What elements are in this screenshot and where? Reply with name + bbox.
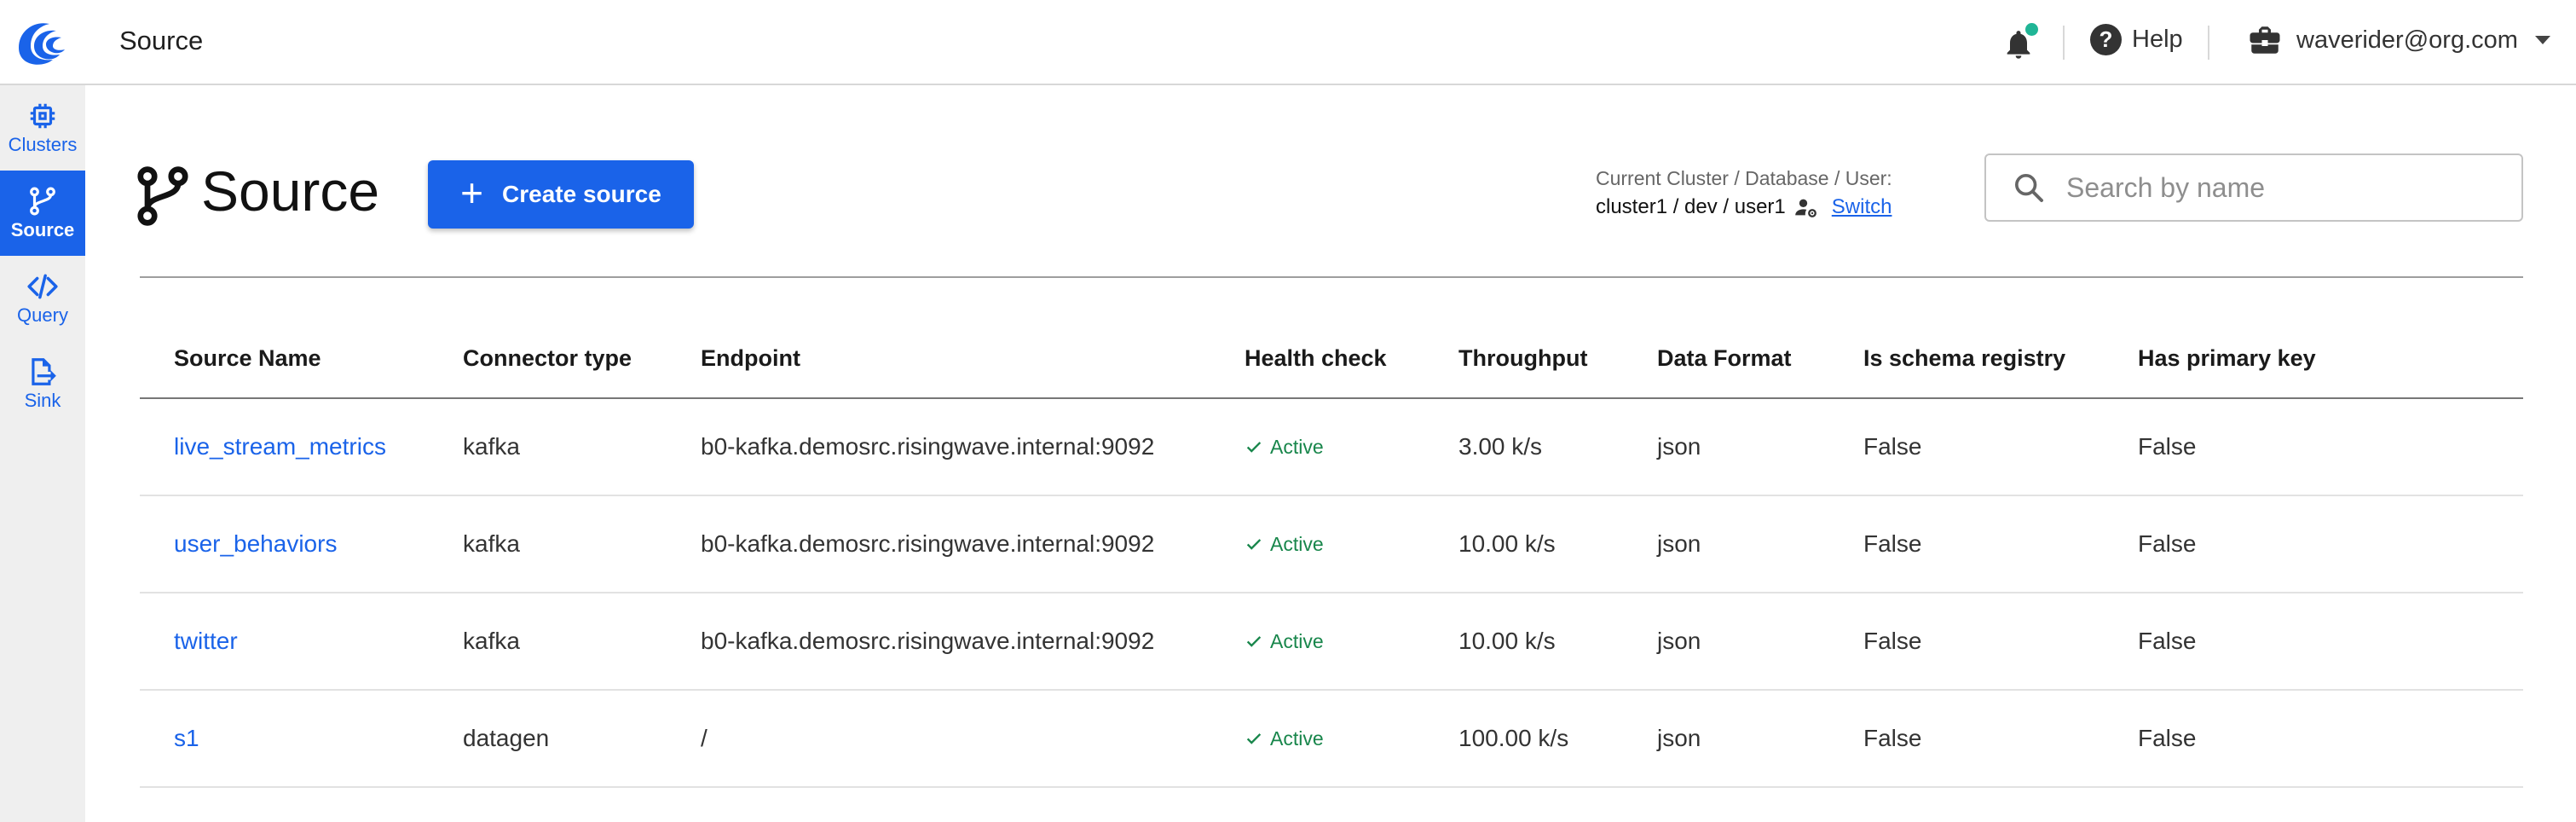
health-status: Active (1245, 496, 1324, 592)
sidebar-item-query[interactable]: Query (0, 256, 85, 341)
search-box[interactable] (1984, 153, 2523, 222)
schema-registry: False (1863, 530, 1922, 557)
branch-icon (137, 166, 188, 226)
sidebar-item-label: Source (10, 219, 75, 240)
data-format: json (1657, 628, 1701, 654)
column-header[interactable]: Health check (1245, 324, 1387, 392)
source-name-link[interactable]: twitter (174, 593, 238, 689)
branch-icon (30, 187, 55, 216)
throughput: 10.00 k/s (1458, 628, 1556, 654)
endpoint: b0-kafka.demosrc.risingwave.internal:909… (701, 530, 1155, 557)
endpoint: b0-kafka.demosrc.risingwave.internal:909… (701, 433, 1155, 460)
chevron-down-icon (2534, 36, 2550, 44)
table-row[interactable]: twitter kafka b0-kafka.demosrc.risingwav… (140, 593, 2523, 691)
health-label: Active (1270, 435, 1324, 458)
primary-key: False (2138, 530, 2197, 557)
check-icon (1246, 539, 1262, 550)
create-source-button[interactable]: + Create source (428, 160, 694, 229)
user-settings-icon (1794, 199, 1816, 217)
check-icon (1246, 636, 1262, 647)
column-header[interactable]: Throughput (1458, 324, 1587, 392)
endpoint: b0-kafka.demosrc.risingwave.internal:909… (701, 628, 1155, 654)
divider (2208, 26, 2209, 60)
primary-key: False (2138, 628, 2197, 654)
health-label: Active (1270, 726, 1324, 750)
column-header[interactable]: Has primary key (2138, 324, 2316, 392)
context-value: cluster1 / dev / user1 (1596, 195, 1786, 218)
column-header[interactable]: Is schema registry (1863, 324, 2065, 392)
wave-logo-icon[interactable] (12, 14, 70, 72)
context-info: cluster1 / dev / user1 Switch (1596, 195, 1892, 219)
health-status: Active (1245, 399, 1324, 495)
chip-icon (30, 103, 55, 129)
primary-key: False (2138, 725, 2197, 751)
data-format: json (1657, 433, 1701, 460)
table-row[interactable]: s1 datagen / Active 100.00 k/s json Fals… (140, 691, 2523, 788)
sidebar: Clusters Source Query Sink (0, 85, 85, 822)
app-title: Source (119, 26, 204, 55)
endpoint: / (701, 725, 708, 751)
connector-type: kafka (463, 628, 520, 654)
data-format: json (1657, 530, 1701, 557)
notification-button[interactable] (2001, 20, 2041, 63)
source-name-link[interactable]: live_stream_metrics (174, 399, 386, 495)
check-icon (1246, 733, 1262, 744)
notification-dot (2023, 20, 2041, 38)
health-label: Active (1270, 532, 1324, 555)
user-menu[interactable]: waverider@org.com (2247, 22, 2550, 58)
page-title: Source (201, 159, 380, 223)
sidebar-item-label: Sink (24, 390, 61, 411)
create-source-label: Create source (502, 181, 661, 207)
context-label: Current Cluster / Database / User: (1596, 167, 1892, 189)
search-input[interactable] (2065, 171, 2511, 205)
throughput: 10.00 k/s (1458, 530, 1556, 557)
primary-key: False (2138, 433, 2197, 460)
column-header[interactable]: Source Name (174, 324, 321, 392)
file-export-icon (32, 358, 56, 385)
search-icon (2015, 174, 2043, 202)
table-row[interactable]: user_behaviors kafka b0-kafka.demosrc.ri… (140, 496, 2523, 593)
sidebar-item-label: Query (17, 304, 68, 326)
schema-registry: False (1863, 433, 1922, 460)
connector-type: kafka (463, 530, 520, 557)
code-icon (27, 274, 58, 299)
divider (2063, 26, 2065, 60)
header-divider (140, 276, 2523, 278)
sidebar-item-sink[interactable]: Sink (0, 341, 85, 426)
help-button[interactable]: ? Help (2090, 24, 2183, 55)
user-email: waverider@org.com (2296, 26, 2518, 54)
switch-link[interactable]: Switch (1832, 195, 1892, 219)
health-status: Active (1245, 691, 1324, 786)
sidebar-item-source[interactable]: Source (0, 171, 85, 256)
schema-registry: False (1863, 725, 1922, 751)
health-status: Active (1245, 593, 1324, 689)
sidebar-item-label: Clusters (8, 134, 78, 155)
briefcase-icon (2250, 26, 2280, 54)
column-header[interactable]: Connector type (463, 324, 632, 392)
table-row[interactable]: live_stream_metrics kafka b0-kafka.demos… (140, 399, 2523, 496)
top-bar: Source ? Help waverider@org.com (0, 0, 2576, 85)
column-header[interactable]: Data Format (1657, 324, 1792, 392)
sidebar-item-clusters[interactable]: Clusters (0, 85, 85, 171)
data-format: json (1657, 725, 1701, 751)
question-icon: ? (2090, 24, 2122, 55)
check-icon (1246, 442, 1262, 453)
column-header[interactable]: Endpoint (701, 324, 800, 392)
throughput: 3.00 k/s (1458, 433, 1543, 460)
sources-table: Source Name Connector type Endpoint Heal… (140, 324, 2523, 788)
connector-type: kafka (463, 433, 520, 460)
plus-icon: + (460, 171, 484, 215)
connector-type: datagen (463, 725, 550, 751)
source-name-link[interactable]: user_behaviors (174, 496, 337, 592)
table-header: Source Name Connector type Endpoint Heal… (140, 324, 2523, 399)
throughput: 100.00 k/s (1458, 725, 1569, 751)
health-label: Active (1270, 629, 1324, 652)
help-label: Help (2132, 26, 2183, 53)
schema-registry: False (1863, 628, 1922, 654)
source-name-link[interactable]: s1 (174, 691, 199, 786)
